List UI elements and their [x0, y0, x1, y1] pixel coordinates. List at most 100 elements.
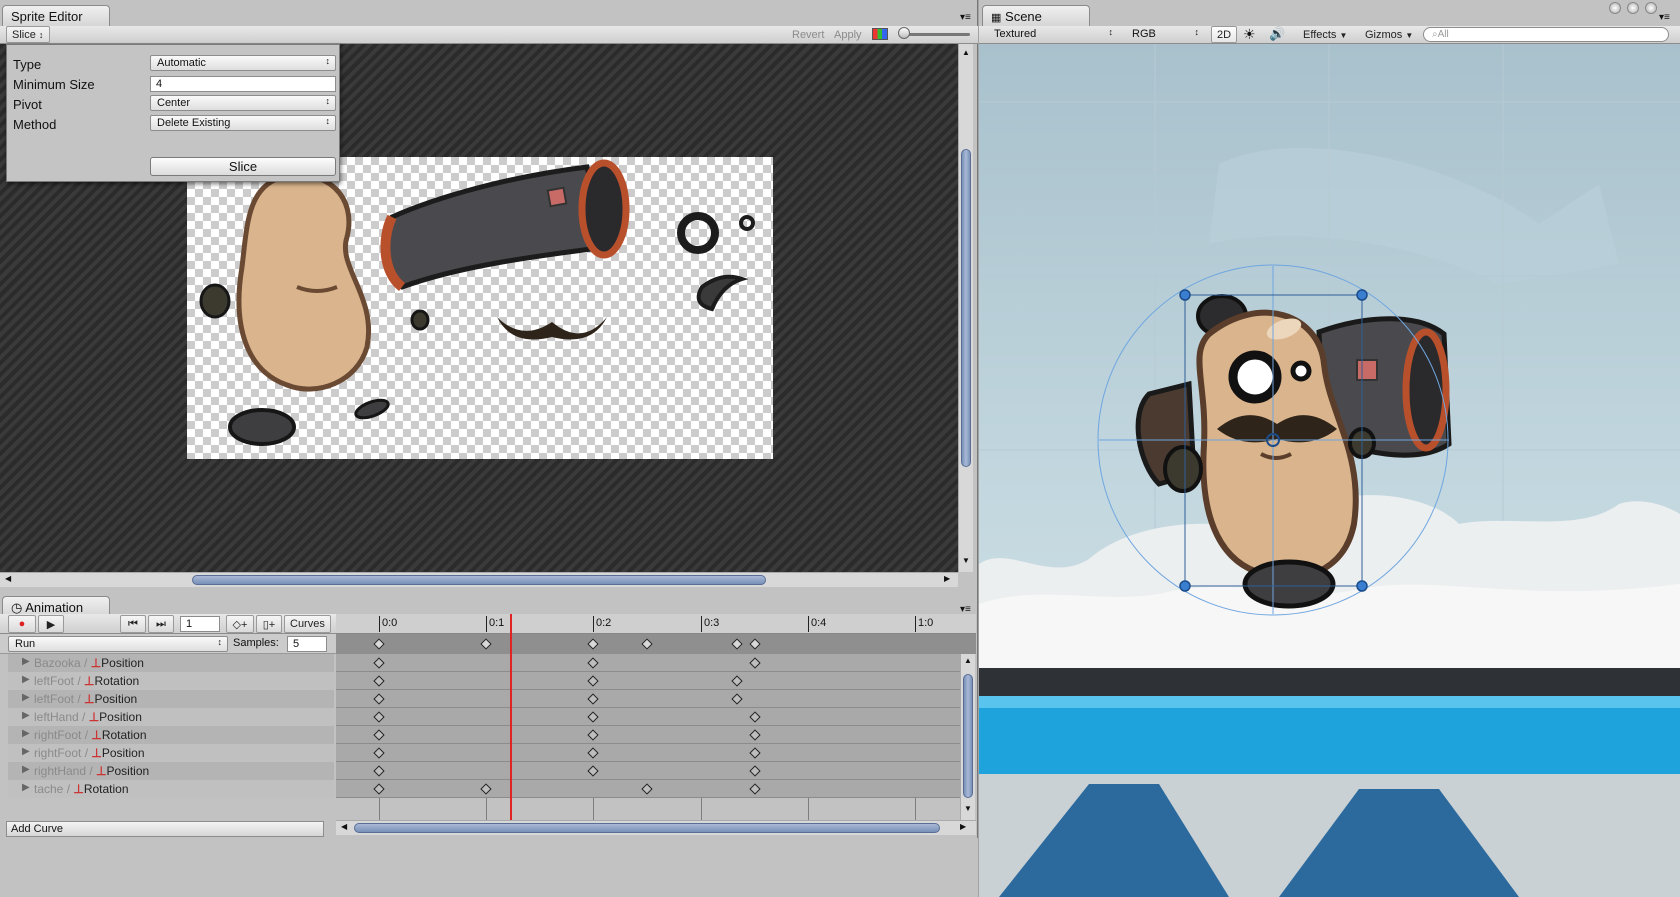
timeline-tick [593, 616, 594, 632]
type-dropdown[interactable]: Automatic [150, 55, 336, 71]
anim-scroll-left-icon[interactable]: ◀ [341, 822, 347, 831]
playhead-line[interactable] [510, 614, 512, 822]
slice-menu-button[interactable]: Slice ↕ [6, 26, 50, 43]
shading-mode-dropdown[interactable]: Textured [987, 26, 1119, 42]
sprite-atlas-texture[interactable] [187, 157, 773, 459]
pivot-dropdown[interactable]: Center [150, 95, 336, 111]
animation-track-row[interactable]: ▶ rightFoot / ⊥Rotation [8, 726, 334, 744]
animation-track-row[interactable]: ▶ rightHand / ⊥Position [8, 762, 334, 780]
animation-track-row[interactable]: ▶ leftFoot / ⊥Rotation [8, 672, 334, 690]
track-property-name: Rotation [94, 674, 140, 688]
tab-scene[interactable]: ▦ Scene [982, 5, 1090, 27]
track-object-name: rightFoot / [34, 728, 89, 742]
apply-button[interactable]: Apply [828, 26, 868, 44]
tab-sprite-editor[interactable]: Sprite Editor [2, 5, 110, 27]
gizmos-dropdown[interactable]: Gizmos ▼ [1359, 26, 1419, 43]
transform-axes-icon: ⊥ [84, 674, 95, 688]
scroll-left-icon[interactable]: ◀ [5, 574, 11, 583]
expand-triangle-icon[interactable]: ▶ [22, 692, 30, 703]
add-keyframe-button[interactable]: ◇+ [226, 615, 254, 633]
scene-toolbar: Textured RGB 2D ☀ 🔊 Effects ▼ Gizmos ▼ ⌕… [979, 26, 1680, 44]
animation-vertical-scrollbar[interactable]: ▲ ▼ [960, 654, 975, 820]
revert-button[interactable]: Revert [786, 26, 830, 44]
track-object-name: tache / [34, 782, 71, 796]
close-icon[interactable] [1645, 2, 1657, 14]
transform-axes-icon: ⊥ [88, 710, 100, 724]
play-button[interactable]: ▶ [38, 615, 64, 633]
sprite-atlas-art [199, 159, 755, 446]
timeline-tick [915, 616, 916, 632]
animation-horizontal-thumb[interactable] [354, 823, 940, 833]
prev-key-button[interactable]: ⏮ [120, 615, 146, 633]
add-event-button[interactable]: ▯+ [256, 615, 282, 633]
anim-scroll-down-icon[interactable]: ▼ [964, 804, 972, 813]
minimum-size-input[interactable]: 4 [150, 76, 336, 92]
slice-button[interactable]: Slice [150, 157, 336, 176]
animation-vertical-thumb[interactable] [963, 674, 973, 798]
zoom-slider-track[interactable] [904, 33, 970, 36]
track-property-name: Position [106, 764, 150, 778]
expand-triangle-icon[interactable]: ▶ [22, 782, 30, 793]
minimize-icon[interactable] [1609, 2, 1621, 14]
expand-triangle-icon[interactable]: ▶ [22, 674, 30, 685]
keyframe-area[interactable] [336, 654, 960, 798]
sprite-horizontal-scrollbar[interactable]: ◀ ▶ [0, 572, 958, 587]
clock-icon: ◷ [11, 600, 23, 615]
frame-input[interactable]: 1 [180, 616, 220, 632]
scroll-down-icon[interactable]: ▼ [962, 556, 970, 565]
maximize-icon[interactable] [1627, 2, 1639, 14]
type-label: Type [13, 57, 42, 72]
keyframe-row-divider [336, 725, 960, 726]
transform-axes-icon: ⊥ [90, 656, 102, 670]
curves-toggle[interactable]: Curves [284, 615, 331, 633]
timeline-tick-label: 0:3 [704, 617, 720, 629]
keyframe-row-divider [336, 761, 960, 762]
add-curve-button[interactable]: Add Curve [6, 821, 324, 837]
animation-track-row[interactable]: ▶ tache / ⊥Rotation [8, 780, 334, 798]
slice-menu-label: Slice [12, 29, 36, 41]
transform-axes-icon: ⊥ [96, 764, 107, 778]
scene-search-input[interactable]: ⌕All [1423, 27, 1669, 42]
scroll-up-icon[interactable]: ▲ [962, 48, 970, 57]
track-object-name: rightFoot / [34, 746, 89, 760]
animation-track-row[interactable]: ▶ rightFoot / ⊥Position [8, 744, 334, 762]
scene-viewport[interactable] [979, 44, 1680, 897]
gizmos-label: Gizmos [1365, 29, 1403, 41]
sprite-vertical-scrollbar[interactable]: ▲ ▼ [958, 44, 973, 572]
timeline-tick [701, 616, 702, 632]
scene-panel-menu-icon[interactable]: ▾≡ [1659, 12, 1670, 23]
sprite-vertical-thumb[interactable] [961, 149, 971, 467]
samples-input[interactable]: 5 [287, 636, 327, 652]
keyframe-row-divider [336, 707, 960, 708]
expand-triangle-icon[interactable]: ▶ [22, 710, 30, 721]
zoom-slider-handle[interactable] [898, 27, 910, 39]
next-key-button[interactable]: ⏭ [148, 615, 174, 633]
color-channel-icon[interactable] [872, 28, 888, 40]
animation-track-row[interactable]: ▶ Bazooka / ⊥Position [8, 654, 334, 672]
timeline-ruler[interactable] [336, 614, 976, 634]
animation-horizontal-scrollbar[interactable]: ◀ ▶ [336, 820, 976, 835]
animation-track-row[interactable]: ▶ leftFoot / ⊥Position [8, 690, 334, 708]
scroll-right-icon[interactable]: ▶ [944, 574, 950, 583]
2d-toggle[interactable]: 2D [1211, 26, 1238, 43]
track-property-name: Position [94, 692, 138, 706]
expand-triangle-icon[interactable]: ▶ [22, 746, 30, 757]
expand-triangle-icon[interactable]: ▶ [22, 728, 30, 739]
method-dropdown[interactable]: Delete Existing [150, 115, 336, 131]
audio-toggle-icon[interactable]: 🔊 [1269, 26, 1285, 42]
expand-triangle-icon[interactable]: ▶ [22, 656, 30, 667]
lighting-toggle-icon[interactable]: ☀ [1243, 26, 1256, 43]
panel-menu-icon[interactable]: ▾≡ [960, 12, 971, 23]
clip-dropdown[interactable]: Run [8, 636, 228, 652]
effects-dropdown[interactable]: Effects ▼ [1297, 26, 1353, 43]
anim-scroll-up-icon[interactable]: ▲ [964, 656, 972, 665]
record-button[interactable]: ● [8, 615, 36, 633]
expand-triangle-icon[interactable]: ▶ [22, 764, 30, 775]
anim-scroll-right-icon[interactable]: ▶ [960, 822, 966, 831]
track-property-name: Rotation [101, 728, 147, 742]
sprite-horizontal-thumb[interactable] [192, 575, 766, 585]
animation-track-row[interactable]: ▶ leftHand / ⊥Position [8, 708, 334, 726]
keyframe-row-divider [336, 689, 960, 690]
render-mode-dropdown[interactable]: RGB [1125, 26, 1205, 42]
sprite-editor-window: Sprite Editor ▾≡ Slice ↕ Revert Apply Ty… [0, 0, 978, 592]
